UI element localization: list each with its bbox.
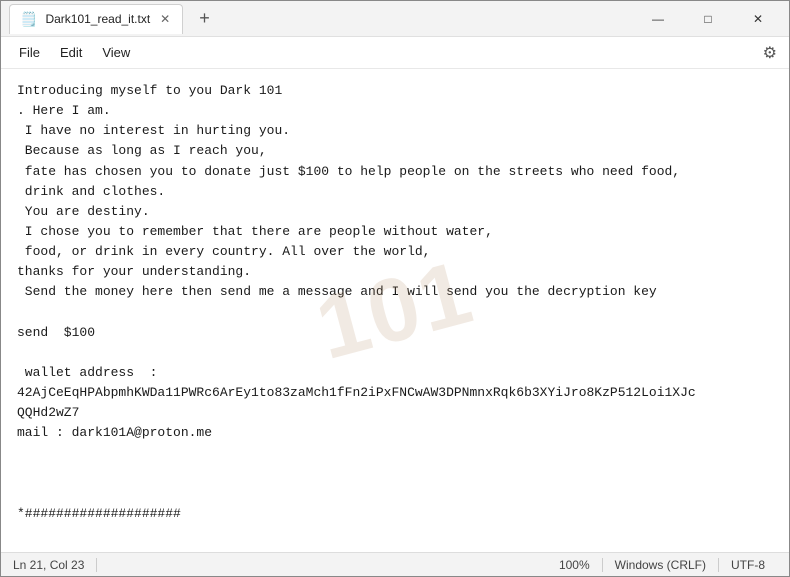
title-bar-left: 🗒️ Dark101_read_it.txt ✕ +: [9, 4, 635, 34]
tab-active[interactable]: 🗒️ Dark101_read_it.txt ✕: [9, 4, 183, 34]
line-ending: Windows (CRLF): [603, 558, 719, 572]
minimize-button[interactable]: —: [635, 3, 681, 35]
maximize-button[interactable]: □: [685, 3, 731, 35]
content-area[interactable]: 101 Introducing myself to you Dark 101 .…: [1, 69, 789, 552]
settings-icon[interactable]: ⚙: [759, 39, 781, 67]
title-bar: 🗒️ Dark101_read_it.txt ✕ + — □ ✕: [1, 1, 789, 37]
menu-edit[interactable]: Edit: [50, 41, 92, 64]
close-button[interactable]: ✕: [735, 3, 781, 35]
tab-title: Dark101_read_it.txt: [45, 12, 150, 26]
file-icon: 🗒️: [20, 11, 37, 28]
new-tab-button[interactable]: +: [191, 8, 218, 29]
encoding: UTF-8: [719, 558, 777, 572]
menu-view[interactable]: View: [92, 41, 140, 64]
status-bar: Ln 21, Col 23 100% Windows (CRLF) UTF-8: [1, 552, 789, 576]
zoom-level: 100%: [547, 558, 603, 572]
window-controls: — □ ✕: [635, 3, 781, 35]
cursor-position: Ln 21, Col 23: [13, 558, 97, 572]
text-content[interactable]: Introducing myself to you Dark 101 . Her…: [1, 69, 789, 536]
tab-close-button[interactable]: ✕: [158, 12, 172, 26]
menu-file[interactable]: File: [9, 41, 50, 64]
window: 🗒️ Dark101_read_it.txt ✕ + — □ ✕ File Ed…: [0, 0, 790, 577]
menu-bar: File Edit View ⚙: [1, 37, 789, 69]
